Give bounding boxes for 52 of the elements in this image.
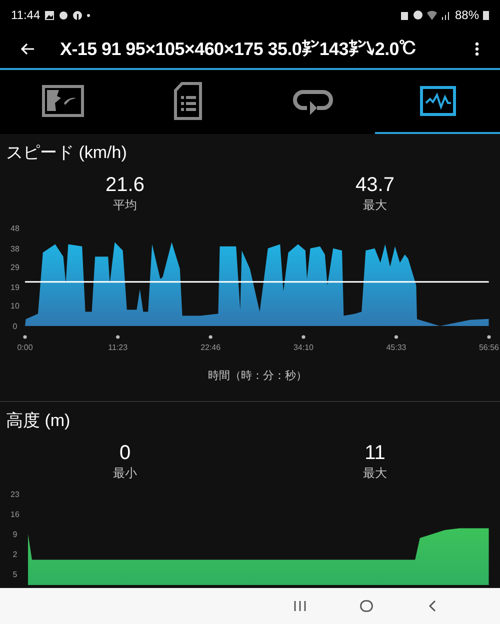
document-list-icon bbox=[174, 82, 202, 120]
tick-dot bbox=[116, 335, 120, 339]
battery-icon bbox=[483, 10, 489, 20]
image-icon bbox=[45, 10, 54, 20]
axis-label: 9 bbox=[12, 530, 18, 538]
more-icon bbox=[475, 42, 479, 56]
tick-dot bbox=[23, 335, 27, 339]
recent-apps-icon bbox=[294, 600, 306, 612]
window-title: X-15 91 95×105×460×175 35.0㌢143㌢↘2.0℃ bbox=[60, 38, 417, 60]
stat-value: 43.7 bbox=[356, 173, 394, 197]
tick-dot bbox=[302, 335, 306, 339]
clock: 11:44 bbox=[11, 7, 40, 24]
axis-label: 2 bbox=[12, 550, 18, 558]
battery-percent: 88% bbox=[454, 7, 479, 24]
tick-dot bbox=[487, 335, 491, 339]
stat-value: 21.6 bbox=[106, 173, 144, 197]
axis-label: 0 bbox=[12, 322, 18, 331]
axis-label: 19 bbox=[10, 283, 20, 292]
back-arrow-icon bbox=[21, 43, 35, 55]
tick-dot bbox=[394, 335, 398, 339]
activity-graph-icon bbox=[420, 86, 456, 116]
axis-label: 38 bbox=[10, 244, 20, 254]
axis-label: 5 bbox=[12, 570, 18, 578]
stat-label: 平均 bbox=[113, 197, 137, 213]
stat-value: 0 bbox=[119, 440, 131, 464]
axis-label: 16 bbox=[10, 510, 20, 518]
recent-apps-button[interactable] bbox=[292, 598, 308, 614]
signal-icon bbox=[440, 10, 451, 20]
axis-label: 34:10 bbox=[293, 343, 314, 352]
stat-label: 最大 bbox=[363, 197, 387, 213]
stat-label: 最大 bbox=[363, 464, 387, 480]
wifi-icon bbox=[426, 10, 437, 20]
axis-title: 時間（時：分：秒） bbox=[208, 369, 307, 384]
home-button[interactable] bbox=[358, 598, 374, 614]
section-title: 高度 (m) bbox=[6, 410, 72, 432]
home-icon bbox=[360, 600, 372, 612]
dot-icon bbox=[87, 14, 90, 16]
axis-label: 56:56 bbox=[478, 343, 500, 352]
axis-label: 45:33 bbox=[386, 343, 406, 352]
stat-value: 11 bbox=[364, 440, 386, 464]
axis-label: 11:23 bbox=[108, 343, 128, 352]
axis-label: 29 bbox=[10, 262, 20, 272]
axis-label: 23 bbox=[10, 490, 20, 498]
back-chevron-icon bbox=[428, 600, 436, 612]
section-title: スピード (km/h) bbox=[6, 142, 128, 164]
axis-label: 48 bbox=[10, 224, 20, 233]
axis-label: 22:46 bbox=[200, 343, 221, 352]
stat-label: 最小 bbox=[113, 464, 137, 480]
map-icon bbox=[42, 85, 84, 117]
tick-dot bbox=[208, 335, 212, 339]
axis-label: 0:00 bbox=[17, 343, 33, 352]
axis-label: 10 bbox=[10, 302, 20, 311]
